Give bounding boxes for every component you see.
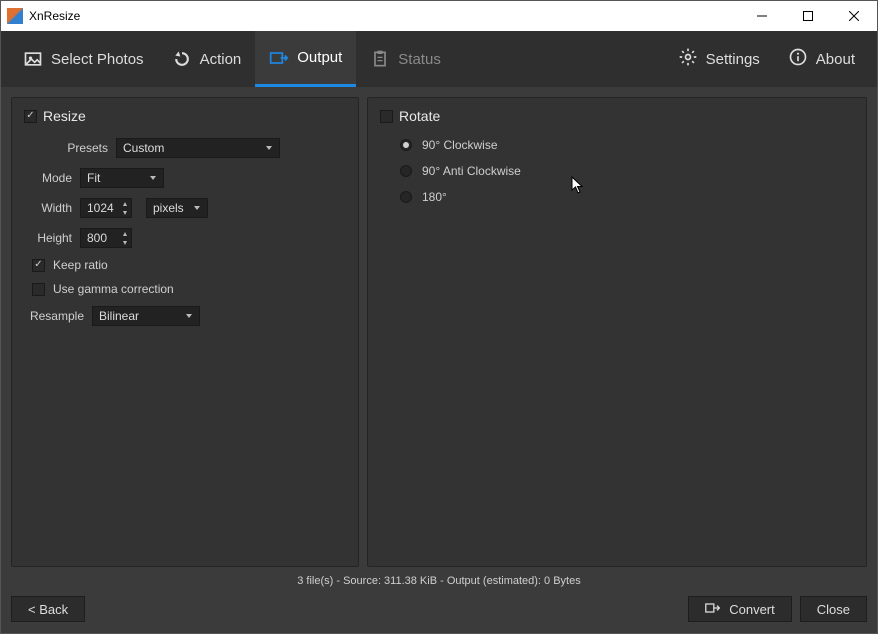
width-label: Width <box>24 201 72 215</box>
resize-enable-checkbox[interactable] <box>24 110 37 123</box>
close-window-button[interactable] <box>831 1 877 31</box>
about-button[interactable]: About <box>774 31 869 87</box>
tab-action-label: Action <box>200 51 242 68</box>
settings-label: Settings <box>706 51 760 68</box>
rotate-180-radio[interactable] <box>400 191 412 203</box>
resize-title: Resize <box>43 108 86 124</box>
presets-label: Presets <box>24 141 108 155</box>
mode-select[interactable]: Fit <box>80 168 164 188</box>
tab-output[interactable]: Output <box>255 31 356 87</box>
clipboard-icon <box>370 49 390 69</box>
maximize-icon <box>803 11 813 21</box>
chevron-down-icon <box>193 204 201 212</box>
resample-select[interactable]: Bilinear <box>92 306 200 326</box>
gear-icon <box>678 47 698 71</box>
height-value: 800 <box>87 231 107 245</box>
units-select[interactable]: pixels <box>146 198 208 218</box>
rotate-title: Rotate <box>399 108 440 124</box>
triangle-down-icon <box>119 238 131 247</box>
minimize-button[interactable] <box>739 1 785 31</box>
convert-icon <box>705 601 721 618</box>
app-icon <box>7 8 23 24</box>
height-label: Height <box>24 231 72 245</box>
presets-select[interactable]: Custom <box>116 138 280 158</box>
height-input[interactable]: 800 <box>80 228 132 248</box>
tab-select-photos[interactable]: Select Photos <box>9 31 158 87</box>
convert-button[interactable]: Convert <box>688 596 792 622</box>
content-area: Resize Presets Custom Mode Fit Width <box>1 87 877 571</box>
rotate-90cw-radio[interactable] <box>400 139 412 151</box>
rotate-90ccw-radio[interactable] <box>400 165 412 177</box>
presets-value: Custom <box>123 141 164 155</box>
close-button[interactable]: Close <box>800 596 867 622</box>
tabstrip: Select Photos Action Output Status Sett <box>1 31 877 87</box>
mode-value: Fit <box>87 171 100 185</box>
titlebar: XnResize <box>1 1 877 31</box>
width-spinner[interactable] <box>119 199 131 217</box>
convert-button-label: Convert <box>729 602 775 617</box>
tab-select-photos-label: Select Photos <box>51 51 144 68</box>
resize-panel: Resize Presets Custom Mode Fit Width <box>11 97 359 567</box>
maximize-button[interactable] <box>785 1 831 31</box>
mode-label: Mode <box>24 171 72 185</box>
gamma-label: Use gamma correction <box>53 282 174 296</box>
bottom-bar: < Back Convert Close <box>1 591 877 633</box>
triangle-up-icon <box>119 199 131 208</box>
app-window: XnResize Select Photos Action <box>0 0 878 634</box>
status-line: 3 file(s) - Source: 311.38 KiB - Output … <box>1 571 877 591</box>
resample-label: Resample <box>24 309 84 323</box>
rotate-90cw-label: 90° Clockwise <box>422 138 498 152</box>
tab-status[interactable]: Status <box>356 31 455 87</box>
triangle-down-icon <box>119 208 131 217</box>
back-button[interactable]: < Back <box>11 596 85 622</box>
close-icon <box>849 11 859 21</box>
close-button-label: Close <box>817 602 850 617</box>
gamma-checkbox[interactable] <box>32 283 45 296</box>
tab-action[interactable]: Action <box>158 31 256 87</box>
height-spinner[interactable] <box>119 229 131 247</box>
rotate-180-label: 180° <box>422 190 447 204</box>
keep-ratio-label: Keep ratio <box>53 258 108 272</box>
rotate-panel: Rotate 90° Clockwise 90° Anti Clockwise … <box>367 97 867 567</box>
resample-value: Bilinear <box>99 309 139 323</box>
minimize-icon <box>757 11 767 21</box>
back-button-label: < Back <box>28 602 68 617</box>
undo-icon <box>172 49 192 69</box>
tab-status-label: Status <box>398 51 441 68</box>
window-title: XnResize <box>29 9 80 23</box>
settings-button[interactable]: Settings <box>664 31 774 87</box>
chevron-down-icon <box>149 174 157 182</box>
rotate-enable-checkbox[interactable] <box>380 110 393 123</box>
chevron-down-icon <box>185 312 193 320</box>
info-icon <box>788 47 808 71</box>
keep-ratio-checkbox[interactable] <box>32 259 45 272</box>
rotate-90ccw-label: 90° Anti Clockwise <box>422 164 521 178</box>
export-icon <box>269 48 289 68</box>
units-value: pixels <box>153 201 184 215</box>
photos-icon <box>23 49 43 69</box>
width-input[interactable]: 1024 <box>80 198 132 218</box>
tab-output-label: Output <box>297 49 342 66</box>
triangle-up-icon <box>119 229 131 238</box>
about-label: About <box>816 51 855 68</box>
width-value: 1024 <box>87 201 114 215</box>
chevron-down-icon <box>265 144 273 152</box>
